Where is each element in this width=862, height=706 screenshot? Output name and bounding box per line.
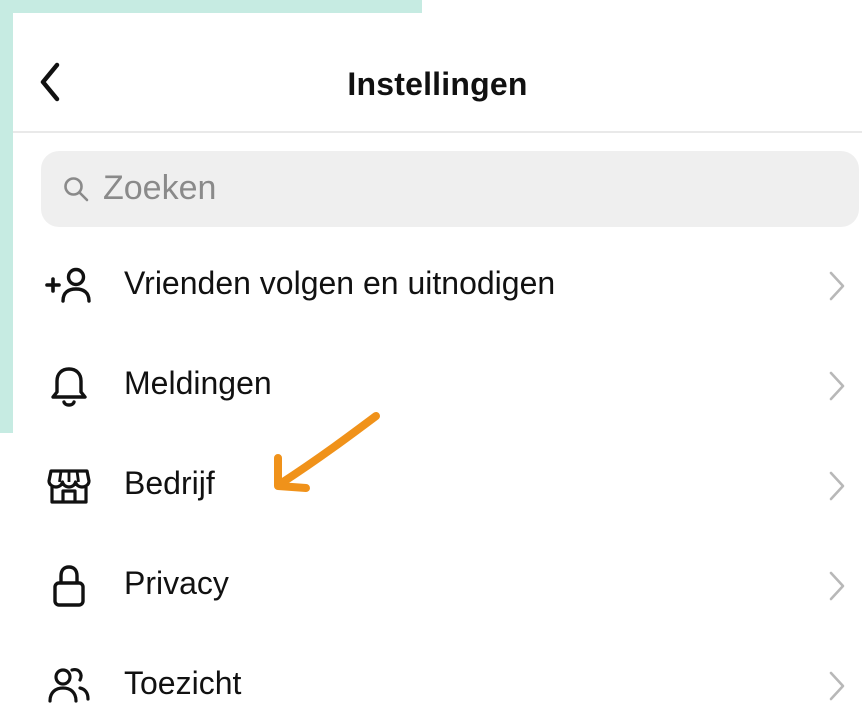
search-icon [64,177,89,202]
lock-icon [53,565,85,607]
chevron-right-icon [829,671,845,701]
menu-item-notifications[interactable]: Meldingen [13,335,862,435]
menu-item-business[interactable]: Bedrijf [13,435,862,535]
search-placeholder: Zoeken [103,169,217,207]
chevron-right-icon [829,571,845,601]
chevron-right-icon [829,471,845,501]
menu-item-supervision[interactable]: Toezicht [13,635,862,706]
people-icon [48,668,90,703]
orange-arrow-icon [274,412,380,492]
menu-item-label: Vrienden volgen en uitnodigen [124,265,556,301]
menu-item-label: Bedrijf [124,465,215,501]
menu-item-label: Privacy [124,565,229,601]
menu-item-privacy[interactable]: Privacy [13,535,862,635]
settings-screen: Instellingen Zoeken Vrienden volgen en u… [13,13,862,706]
bell-icon [51,367,87,407]
shop-icon [47,469,91,504]
menu-item-label: Meldingen [124,365,272,401]
menu-item-label: Toezicht [124,665,242,701]
search-input[interactable]: Zoeken [41,151,859,227]
page-title: Instellingen [347,66,528,102]
header: Instellingen [13,13,862,133]
add-person-icon [45,267,91,303]
chevron-right-icon [829,371,845,401]
chevron-right-icon [829,271,845,301]
menu-item-friends[interactable]: Vrienden volgen en uitnodigen [13,235,862,335]
